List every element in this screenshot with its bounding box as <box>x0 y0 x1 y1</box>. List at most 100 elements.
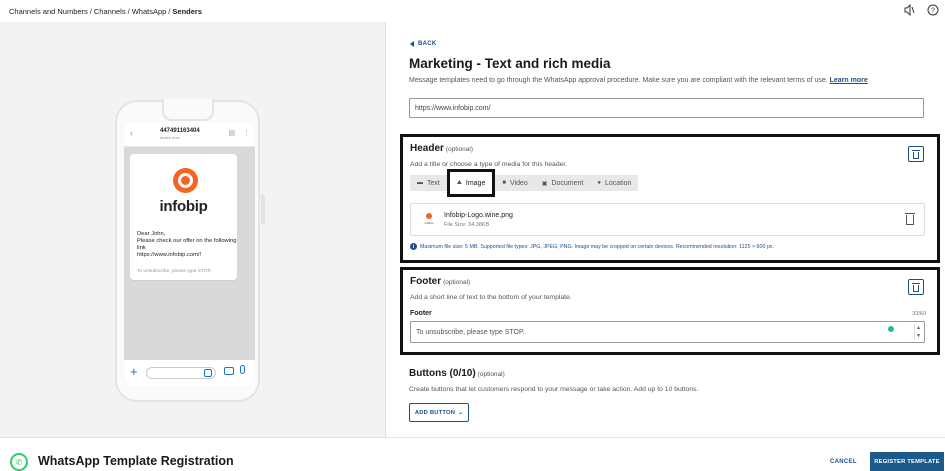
tab-text-label: Text <box>427 179 440 187</box>
topbar-icons: ? <box>903 4 939 16</box>
footer-delete-button[interactable] <box>908 279 924 295</box>
grammarly-icon[interactable] <box>888 326 894 332</box>
breadcrumb-item-whatsapp[interactable]: WhatsApp <box>132 7 167 16</box>
breadcrumb: Channels and Numbers / Channels / WhatsA… <box>0 0 945 22</box>
chat-header: ‹ 447491163404 Active now ▤ ⋮ <box>124 122 255 147</box>
header-title: Header (optional) <box>410 143 473 154</box>
chat-input <box>146 367 216 379</box>
buttons-title-text: Buttons (0/10) <box>409 368 476 379</box>
trash-icon <box>912 282 920 292</box>
trash-icon <box>912 149 920 159</box>
header-title-text: Header <box>410 143 444 154</box>
file-thumbnail: infobip <box>421 213 437 229</box>
back-arrow-icon <box>410 41 414 47</box>
page-description-text: Message templates need to go through the… <box>409 77 828 84</box>
chat-input-bar: + <box>124 360 255 387</box>
logo-text: infobip <box>159 198 208 215</box>
whatsapp-icon: ✆ <box>10 453 28 471</box>
file-info-text: Maximum file size: 5 MB. Supported file … <box>420 243 774 250</box>
header-optional: (optional) <box>445 146 474 153</box>
tab-document-label: Document <box>551 179 584 187</box>
svg-text:?: ? <box>931 8 935 15</box>
buttons-optional: (optional) <box>477 371 505 378</box>
app-title: WhatsApp Template Registration <box>38 454 234 468</box>
plus-icon: + <box>130 364 138 379</box>
message-body: Dear John, Please check our offer on the… <box>137 231 237 258</box>
file-thumbnail-text: infobip <box>424 221 434 225</box>
add-button-label: ADD BUTTON <box>414 409 456 416</box>
footer-input-value: To unsubscribe, please type STOP. <box>416 329 525 336</box>
tab-image[interactable]: ⛰ Image <box>446 169 496 197</box>
infobip-logo-icon <box>426 213 432 219</box>
chat-phone-number: 447491163404 <box>160 128 200 134</box>
header-section: Header (optional) Add a title or choose a… <box>400 134 940 263</box>
footer-optional: (optional) <box>443 279 471 286</box>
page-title: Marketing - Text and rich media <box>409 56 611 71</box>
chat-back-icon: ‹ <box>130 128 133 138</box>
sticker-icon <box>204 369 212 377</box>
breadcrumb-item-channels-and-numbers[interactable]: Channels and Numbers <box>9 7 88 16</box>
document-icon: ▣ <box>541 180 548 187</box>
phone-mockup: ‹ 447491163404 Active now ▤ ⋮ infobip De… <box>115 99 265 402</box>
preview-panel: ‹ 447491163404 Active now ▤ ⋮ infobip De… <box>0 22 386 437</box>
camera-icon <box>224 367 234 375</box>
chevron-down-icon: ▼ <box>916 333 921 339</box>
url-input[interactable]: https://www.infobip.com/ <box>409 98 924 118</box>
resize-spinner[interactable]: ▲ ▼ <box>914 324 922 340</box>
header-description: Add a title or choose a type of media fo… <box>410 161 568 168</box>
breadcrumb-separator: / <box>127 6 130 16</box>
phone-side-button <box>261 194 265 224</box>
tab-document[interactable]: ▣ Document <box>535 175 591 191</box>
more-icon: ⋮ <box>243 130 250 137</box>
location-icon: ● <box>597 180 601 186</box>
header-type-tabs: ▬ Text ⛰ Image ■ Video ▣ Document ● Loca… <box>410 169 638 197</box>
store-icon: ▤ <box>228 130 235 137</box>
cancel-button[interactable]: CANCEL <box>830 459 857 465</box>
uploaded-file-card: infobip Infobip-Logo.wine.png File Size:… <box>410 203 925 236</box>
text-icon: ▬ <box>417 180 423 186</box>
buttons-description: Create buttons that let customers respon… <box>409 386 699 393</box>
footer-section: Footer (optional) Add a short line of tex… <box>400 267 940 355</box>
breadcrumb-separator: / <box>89 6 92 16</box>
template-form: BACK Marketing - Text and rich media Mes… <box>386 22 945 437</box>
footer-char-counter: 33/60 <box>912 311 926 317</box>
chevron-up-icon: ▲ <box>916 325 921 331</box>
back-button[interactable]: BACK <box>410 41 437 47</box>
back-label: BACK <box>418 41 437 47</box>
learn-more-link[interactable]: Learn more <box>830 77 868 84</box>
microphone-icon <box>240 365 245 374</box>
infobip-logo-icon <box>173 168 198 193</box>
footer-description: Add a short line of text to the bottom o… <box>410 294 572 301</box>
file-info: i Maximum file size: 5 MB. Supported fil… <box>410 243 774 250</box>
message-bubble: infobip Dear John, Please check our offe… <box>130 154 237 280</box>
buttons-title: Buttons (0/10) (optional) <box>409 368 505 379</box>
chat-status: Active now <box>160 135 180 140</box>
footer-title-text: Footer <box>410 276 442 287</box>
image-icon: ⛰ <box>456 179 462 186</box>
accessibility-icon[interactable] <box>903 4 915 16</box>
video-icon: ■ <box>502 180 506 186</box>
message-footer: To unsubscribe, please type STOP. <box>137 269 212 274</box>
chevron-down-icon: ⌄ <box>458 409 464 416</box>
tab-text[interactable]: ▬ Text <box>410 175 447 191</box>
breadcrumb-separator: / <box>168 6 171 16</box>
tab-video-label: Video <box>509 179 528 187</box>
tab-location-label: Location <box>604 179 632 187</box>
breadcrumb-item-channels[interactable]: Channels <box>94 7 126 16</box>
tab-location[interactable]: ● Location <box>590 175 638 191</box>
file-delete-icon[interactable] <box>905 213 915 225</box>
footer-input[interactable]: To unsubscribe, please type STOP. ▲ ▼ <box>410 321 925 343</box>
add-button[interactable]: ADD BUTTON ⌄ <box>409 403 469 422</box>
footer-field-label: Footer <box>410 310 432 317</box>
tab-image-label: Image <box>465 179 486 187</box>
register-template-button[interactable]: REGISTER TEMPLATE <box>870 452 944 471</box>
breadcrumb-current: Senders <box>172 6 202 16</box>
header-delete-button[interactable] <box>908 146 924 162</box>
tab-video[interactable]: ■ Video <box>495 175 534 191</box>
phone-notch <box>162 99 214 121</box>
file-size: File Size: 34.38KB <box>444 222 490 228</box>
bottom-bar: ✆ WhatsApp Template Registration CANCEL … <box>0 437 945 471</box>
help-icon[interactable]: ? <box>927 4 939 16</box>
info-icon: i <box>410 243 417 250</box>
page-description: Message templates need to go through the… <box>409 77 868 84</box>
